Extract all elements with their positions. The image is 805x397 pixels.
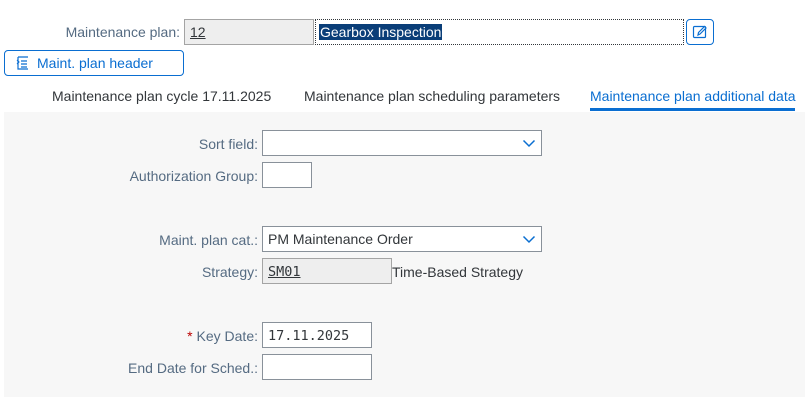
maint-plan-category-select[interactable]: PM Maintenance Order (262, 226, 542, 252)
required-marker: * (187, 328, 193, 344)
maint-plan-header-button[interactable]: Maint. plan header (4, 50, 184, 76)
key-date-input[interactable]: 17.11.2025 (262, 322, 372, 348)
chevron-down-icon (522, 139, 536, 148)
key-date-label-text: Key Date: (196, 328, 258, 344)
sort-field-select[interactable] (262, 130, 542, 156)
header-doc-icon (16, 56, 28, 70)
authorization-group-field[interactable] (262, 162, 312, 188)
key-date-value: 17.11.2025 (268, 328, 350, 344)
strategy-value: SM01 (268, 264, 301, 280)
end-date-input[interactable] (262, 354, 372, 380)
sort-field-label: Sort field: (198, 136, 258, 152)
authorization-group-label: Authorization Group: (129, 168, 258, 184)
active-tab-indicator (590, 108, 795, 111)
tab-maintenance-plan-cycle[interactable]: Maintenance plan cycle 17.11.2025 (52, 86, 271, 106)
maint-plan-category-value: PM Maintenance Order (268, 231, 413, 247)
strategy-description: Time-Based Strategy (392, 264, 523, 280)
edit-long-text-button[interactable] (686, 19, 714, 45)
maintenance-plan-description-field[interactable]: Gearbox Inspection (315, 19, 684, 45)
end-date-label: End Date for Sched.: (128, 360, 258, 376)
strategy-label: Strategy: (201, 264, 258, 280)
maintenance-plan-number-value: 12 (190, 24, 206, 40)
maintenance-plan-description-value: Gearbox Inspection (319, 24, 443, 40)
chevron-down-icon (522, 235, 536, 244)
key-date-label: * Key Date: (60, 328, 258, 344)
strategy-field[interactable]: SM01 (262, 258, 392, 284)
maintenance-plan-label: Maintenance plan: (65, 24, 180, 40)
maint-plan-header-button-label: Maint. plan header (37, 55, 153, 71)
maint-plan-category-label: Maint. plan cat.: (159, 232, 258, 248)
tab-scheduling-parameters[interactable]: Maintenance plan scheduling parameters (304, 86, 560, 106)
edit-text-icon (692, 25, 707, 39)
maintenance-plan-number-field[interactable]: 12 (184, 19, 314, 45)
tab-additional-data[interactable]: Maintenance plan additional data (590, 86, 796, 106)
